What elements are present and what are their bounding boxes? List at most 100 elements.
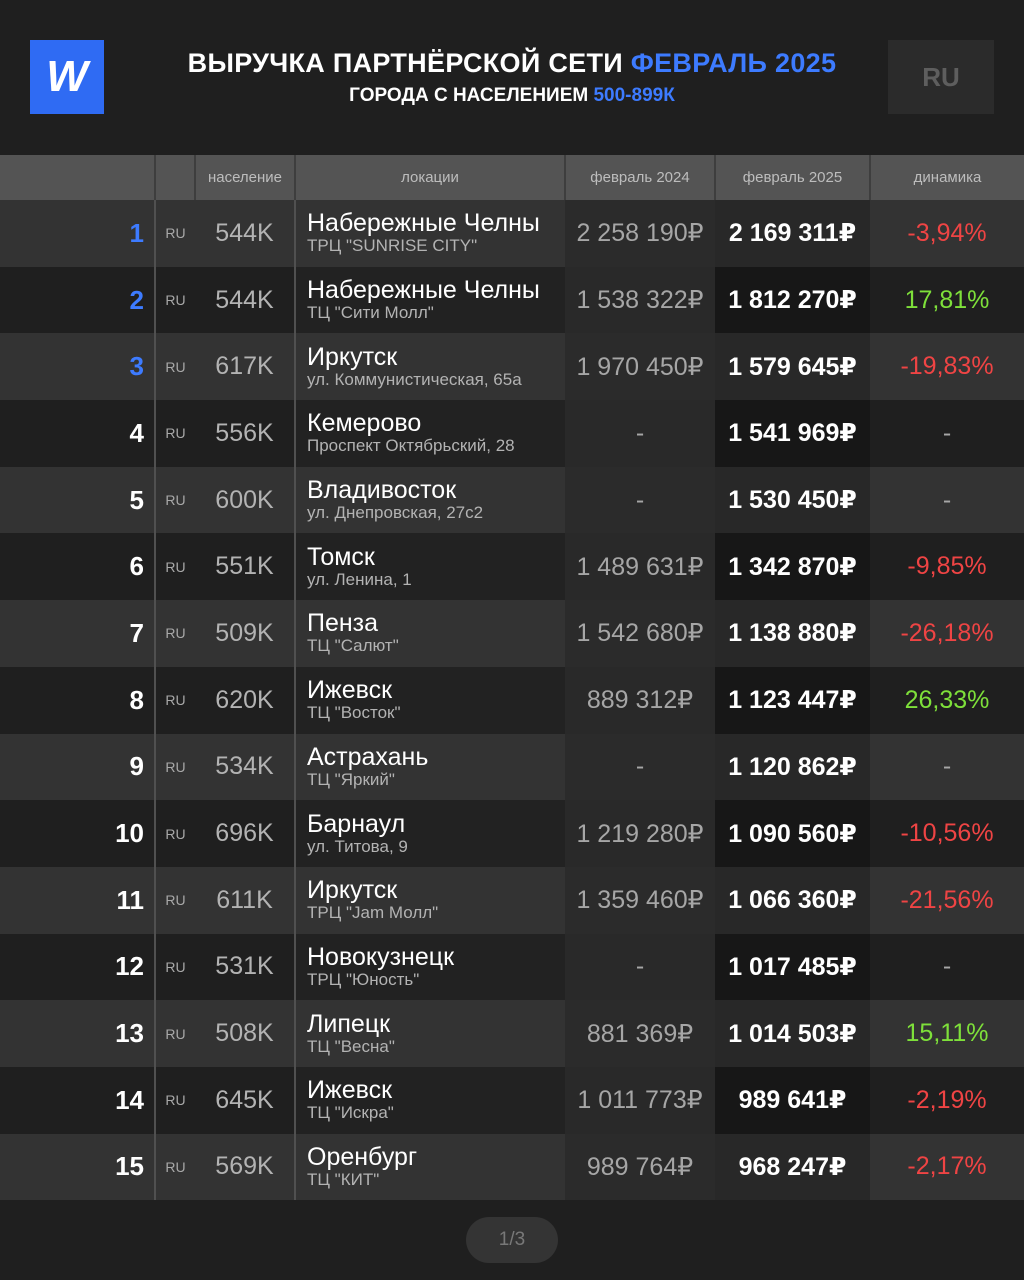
population-cell: 620K [195,666,296,734]
population-cell: 531K [195,933,296,1001]
dynamics-cell: - [942,485,952,514]
page-indicator[interactable]: 1/3 [466,1217,558,1263]
city-name: Кемерово [307,409,422,438]
rank-cell: 6 [0,533,156,601]
country-code-cell: RU [165,625,186,642]
language-button[interactable]: RU [888,40,994,114]
table-row: 7 RU 509K Пенза ТЦ "Салют" 1 542 680₽ 1 138 88… [0,600,1024,667]
location-cell: Набережные Челны ТРЦ "SUNRISE CITY" [295,200,565,267]
location-cell: Барнаул ул. Титова, 9 [295,800,565,867]
revenue-feb-2025-cell: 1 530 450₽ [715,466,870,534]
revenue-feb-2025-cell: 1 120 862₽ [715,733,870,801]
w-logo-icon: W [46,57,91,97]
dynamics-cell: - [942,752,952,781]
population-cell: 696K [195,800,296,867]
location-address: ТЦ "Салют" [307,636,399,656]
country-code-cell: RU [165,225,186,242]
location-address: ТЦ "Восток" [307,703,401,723]
location-address: ул. Коммунистическая, 65а [307,369,522,389]
revenue-feb-2025-cell: 1 014 503₽ [715,1000,870,1067]
rank-cell: 2 [0,266,156,334]
table-row: 6 RU 551K Томск ул. Ленина, 11 489 631₽ 1 342… [0,533,1024,601]
subtitle-text: ГОРОДА С НАСЕЛЕНИЕМ [349,85,589,106]
location-address: ТЦ "КИТ" [307,1169,380,1189]
column-header-feb-2024: февраль 2024 [565,155,716,200]
city-name: Ижевск [307,676,393,705]
dynamics-cell: 15,11% [905,1019,989,1048]
revenue-feb-2024-cell: 2 258 190₽ [565,200,715,267]
revenue-feb-2024-cell: 1 542 680₽ [565,600,715,667]
revenue-feb-2024-cell: - [565,400,715,467]
population-cell: 534K [195,733,296,801]
location-cell: Иркутск ТРЦ "Jam Молл" [295,867,565,934]
city-name: Владивосток [307,476,457,505]
table-row: 3 RU 617K Иркутск ул. Коммунистическая, 65а 1… [0,333,1024,401]
location-address: ТЦ "Сити Молл" [307,303,434,323]
table-row: 9 RU 534K Астрахань ТЦ "Яркий" -1 120 862₽ - [0,733,1024,801]
dynamics-cell: -10,56% [900,819,994,848]
country-code-cell: RU [165,1158,186,1175]
country-code-cell: RU [165,1092,186,1109]
revenue-feb-2025-cell: 1 812 270₽ [715,266,870,334]
revenue-feb-2024-cell: 1 011 773₽ [565,1066,715,1134]
revenue-feb-2025-cell: 1 066 360₽ [715,866,870,934]
dynamics-cell: -26,18% [900,618,994,647]
dynamics-cell: - [942,418,952,447]
table-header-row: население локации февраль 2024 февраль 2… [0,155,1024,200]
revenue-feb-2024-cell: 1 970 450₽ [565,333,715,401]
revenue-feb-2024-cell: 881 369₽ [565,1000,715,1067]
location-address: ТРЦ "Jam Молл" [307,903,439,923]
subtitle-range: 500-899К [593,85,675,106]
table-row: 15 RU 569K Оренбург ТЦ "КИТ" 989 764₽ 968 247₽… [0,1133,1024,1201]
city-name: Набережные Челны [307,276,540,305]
rank-cell: 12 [0,933,156,1001]
population-cell: 544K [195,266,296,334]
population-cell: 645K [195,1066,296,1134]
location-address: ул. Днепровская, 27с2 [307,503,484,523]
city-name: Оренбург [307,1142,418,1171]
dynamics-cell: -3,94% [907,218,987,247]
revenue-table: население локации февраль 2024 февраль 2… [0,155,1024,1201]
table-row: 10 RU 696K Барнаул ул. Титова, 91 219 280₽ 1 … [0,800,1024,867]
rank-cell: 9 [0,733,156,801]
rank-cell: 11 [0,866,156,934]
revenue-feb-2025-cell: 1 138 880₽ [715,600,870,667]
brand-logo[interactable]: W [30,40,104,114]
population-cell: 617K [195,333,296,401]
revenue-feb-2024-cell: 1 538 322₽ [565,266,715,334]
table-row: 1 RU 544K Набережные Челны ТРЦ "SUNRISE CITY… [0,200,1024,267]
country-code-cell: RU [165,758,186,775]
city-name: Астрахань [307,742,429,771]
rank-cell: 7 [0,600,156,667]
revenue-feb-2024-cell: - [565,466,715,534]
title-period: ФЕВРАЛЬ 2025 [630,48,837,78]
country-code-cell: RU [165,358,186,375]
column-header-feb-2025: февраль 2025 [715,155,871,200]
rank-cell: 4 [0,400,156,467]
title-text: ВЫРУЧКА ПАРТНЁРСКОЙ СЕТИ [187,48,623,78]
country-code-cell: RU [165,425,186,442]
rank-cell: 5 [0,466,156,534]
column-header-rank [0,155,156,200]
population-cell: 508K [195,1000,296,1067]
location-address: ТРЦ "SUNRISE CITY" [307,236,478,256]
page-subtitle: ГОРОДА С НАСЕЛЕНИЕМ 500-899К [120,85,904,107]
location-address: ТЦ "Яркий" [307,769,395,789]
location-cell: Томск ул. Ленина, 1 [295,533,565,601]
location-cell: Липецк ТЦ "Весна" [295,1000,565,1067]
dynamics-cell: -2,19% [907,1085,987,1114]
location-address: ТЦ "Весна" [307,1036,395,1056]
location-cell: Ижевск ТЦ "Искра" [295,1066,565,1134]
location-cell: Кемерово Проспект Октябрьский, 28 [295,400,565,467]
table-row: 2 RU 544K Набережные Челны ТЦ "Сити Молл" 1 5… [0,266,1024,334]
table-row: 14 RU 645K Ижевск ТЦ "Искра" 1 011 773₽ 989 64… [0,1066,1024,1134]
dynamics-cell: -2,17% [907,1152,987,1181]
page-title: ВЫРУЧКА ПАРТНЁРСКОЙ СЕТИ ФЕВРАЛЬ 2025 [120,48,904,79]
city-name: Иркутск [307,876,398,905]
city-name: Барнаул [307,809,406,838]
population-cell: 611K [195,866,296,934]
table-row: 4 RU 556K Кемерово Проспект Октябрьский, 28-… [0,400,1024,467]
rank-cell: 1 [0,200,156,267]
revenue-feb-2025-cell: 2 169 311₽ [715,200,870,267]
revenue-feb-2025-cell: 989 641₽ [715,1066,870,1134]
